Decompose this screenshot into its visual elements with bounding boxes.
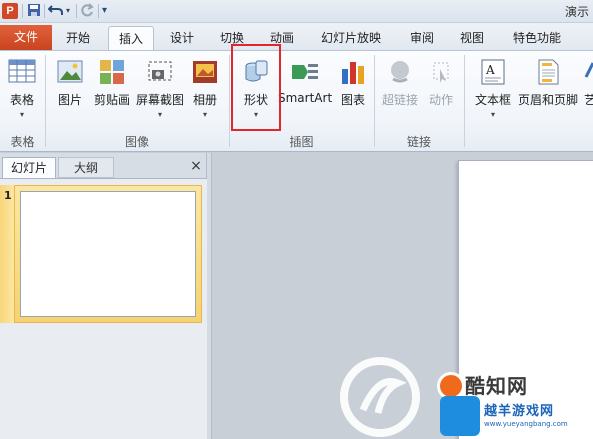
tab-slides[interactable]: 幻灯片 (2, 157, 56, 178)
photo-album-label: 相册 (192, 93, 217, 107)
quick-access-toolbar: P ▾ ▾ 演示 (0, 0, 593, 23)
qat-separator (44, 4, 45, 18)
tab-view[interactable]: 视图 (450, 26, 494, 50)
picture-button[interactable]: 图片 (52, 57, 88, 108)
table-icon (7, 57, 37, 87)
photo-album-button[interactable]: 相册 ▾ (188, 57, 222, 120)
picture-label: 图片 (57, 93, 82, 107)
group-label-tables: 表格 (10, 135, 35, 149)
powerpoint-app-icon[interactable]: P (2, 3, 18, 19)
smartart-label: SmartArt (278, 91, 333, 105)
smartart-icon (290, 57, 320, 87)
save-icon[interactable] (27, 3, 41, 19)
wordart-label: 艺 (583, 93, 593, 107)
header-footer-icon (533, 57, 563, 87)
clipart-button[interactable]: 剪贴画 (92, 57, 132, 108)
shapes-highlight-box (231, 44, 281, 131)
watermark-logo-icon (340, 357, 420, 437)
table-button[interactable]: 表格 ▾ (2, 57, 42, 120)
picture-icon (55, 57, 85, 87)
textbox-button[interactable]: A 文本框 ▾ (470, 57, 516, 120)
smartart-button[interactable]: SmartArt (278, 57, 332, 105)
action-label: 动作 (428, 93, 453, 107)
wordart-button[interactable]: 艺 (580, 57, 593, 108)
hyperlink-icon (385, 57, 415, 87)
hyperlink-label: 超链接 (381, 93, 418, 107)
group-label-images: 图像 (124, 135, 149, 149)
screenshot-dropdown-icon: ▾ (157, 110, 162, 119)
hyperlink-button[interactable]: 超链接 (380, 57, 420, 108)
watermark-url: www.yueyangbang.com (484, 420, 568, 428)
tab-outline[interactable]: 大纲 (58, 157, 114, 178)
tab-review[interactable]: 审阅 (400, 26, 444, 50)
screenshot-icon (145, 57, 175, 87)
tab-insert[interactable]: 插入 (108, 26, 154, 50)
watermark-site-name: 酷知网 (465, 374, 528, 398)
watermark-ad-icon (440, 396, 480, 436)
table-dropdown-icon: ▾ (19, 110, 24, 119)
photo-album-dropdown-icon: ▾ (202, 110, 207, 119)
chart-button[interactable]: 图表 (336, 57, 370, 108)
action-button[interactable]: 动作 (424, 57, 458, 108)
screenshot-label: 屏幕截图 (135, 93, 184, 107)
action-icon (426, 57, 456, 87)
chart-icon (338, 57, 368, 87)
ribbon-insert: 表格 ▾ 表格 图片 剪贴画 屏幕截图 ▾ 相册 ▾ 图像 形状 ▾ Smart… (0, 50, 593, 152)
screenshot-button[interactable]: 屏幕截图 ▾ (134, 57, 186, 120)
tab-design[interactable]: 设计 (160, 26, 204, 50)
redo-icon[interactable] (80, 3, 94, 19)
textbox-label: 文本框 (474, 93, 511, 107)
undo-dropdown-icon[interactable]: ▾ (66, 3, 70, 19)
slides-panel: 幻灯片 大纲 × 1 (0, 153, 207, 439)
ribbon-tab-row: 文件 开始 插入 设计 切换 动画 幻灯片放映 审阅 视图 特色功能 (0, 23, 593, 50)
undo-icon[interactable] (47, 3, 64, 19)
textbox-icon: A (478, 57, 508, 87)
chart-label: 图表 (340, 93, 365, 107)
wordart-icon (584, 57, 593, 87)
group-separator (464, 55, 465, 147)
qat-separator (98, 4, 99, 18)
svg-text:A: A (485, 63, 495, 77)
qat-separator (76, 4, 77, 18)
clipart-label: 剪贴画 (93, 93, 130, 107)
tab-home[interactable]: 开始 (56, 26, 100, 50)
slide-thumbnail[interactable] (20, 191, 196, 317)
tab-file[interactable]: 文件 (0, 25, 52, 50)
close-icon[interactable]: × (188, 157, 204, 175)
clipart-icon (97, 57, 127, 87)
photo-album-icon (190, 57, 220, 87)
header-footer-button[interactable]: 页眉和页脚 (516, 57, 580, 108)
textbox-dropdown-icon: ▾ (490, 110, 495, 119)
group-label-links: 链接 (406, 135, 431, 149)
tab-slideshow[interactable]: 幻灯片放映 (310, 26, 392, 50)
customize-qat-icon[interactable]: ▾ (102, 3, 107, 19)
group-label-illustrations: 插图 (289, 135, 314, 149)
watermark-site-name-2: 越羊游戏网 (484, 404, 555, 419)
tab-featured[interactable]: 特色功能 (502, 26, 572, 50)
window-title: 演示 (564, 5, 589, 19)
header-footer-label: 页眉和页脚 (517, 93, 578, 107)
table-label: 表格 (9, 93, 34, 107)
qat-separator (22, 4, 23, 18)
slide-list: 1 (0, 178, 207, 439)
slide-number: 1 (4, 189, 12, 202)
